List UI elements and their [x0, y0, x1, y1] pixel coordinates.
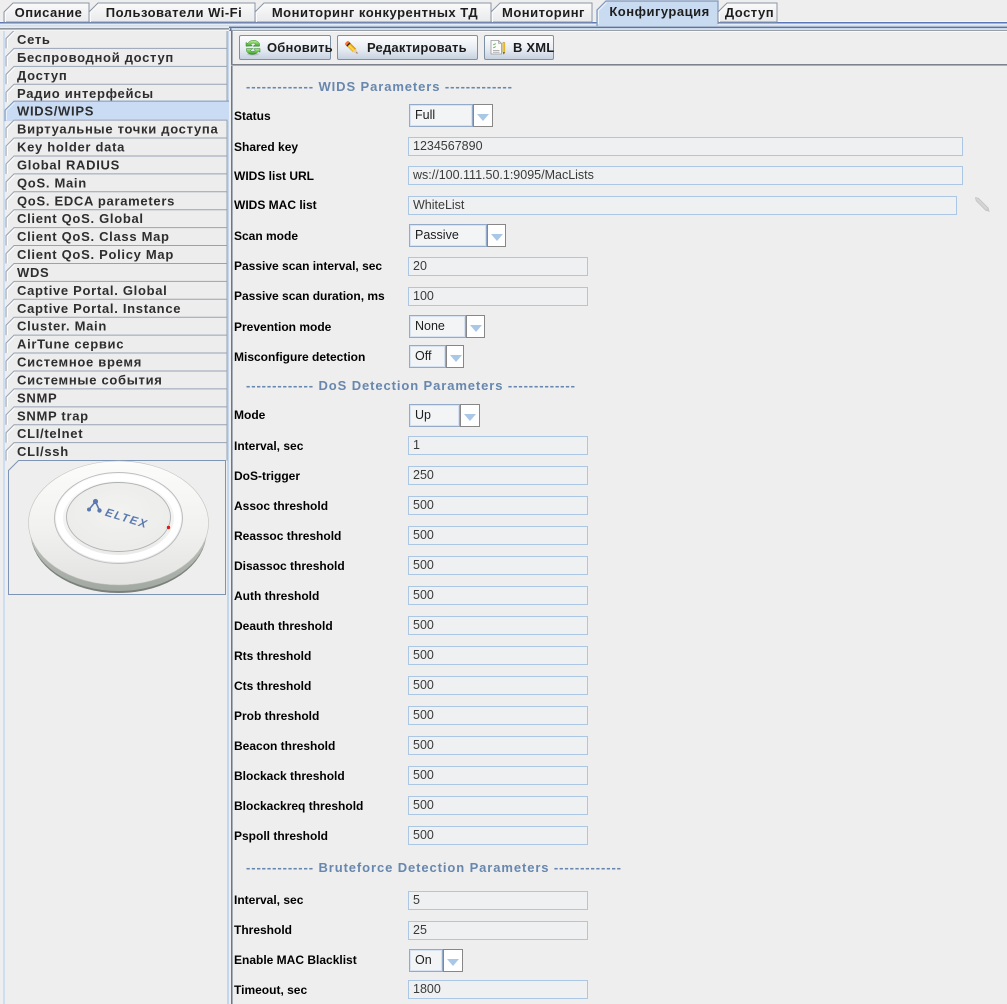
svg-text:SNMP trap: SNMP trap	[17, 408, 89, 423]
svg-text:Системное время: Системное время	[17, 355, 142, 370]
svg-text:Global RADIUS: Global RADIUS	[17, 157, 120, 172]
svg-text:QoS. Main: QoS. Main	[17, 175, 87, 190]
svg-text:Мониторинг конкурентных ТД: Мониторинг конкурентных ТД	[272, 5, 479, 20]
svg-text:Виртуальные точки доступа: Виртуальные точки доступа	[17, 122, 218, 137]
svg-text:Client QoS. Global: Client QoS. Global	[17, 211, 144, 226]
svg-text:Captive Portal. Global: Captive Portal. Global	[17, 283, 168, 298]
svg-text:Мониторинг: Мониторинг	[502, 5, 585, 20]
svg-text:Captive Portal. Instance: Captive Portal. Instance	[17, 301, 181, 316]
svg-text:CLI/ssh: CLI/ssh	[17, 444, 69, 459]
svg-text:AirTune сервис: AirTune сервис	[17, 337, 124, 352]
svg-text:Client QoS. Policy Map: Client QoS. Policy Map	[17, 247, 174, 262]
svg-text:WDS: WDS	[17, 265, 49, 280]
svg-text:WIDS/WIPS: WIDS/WIPS	[17, 104, 94, 119]
svg-text:Беспроводной доступ: Беспроводной доступ	[17, 50, 174, 65]
svg-text:QoS. EDCA parameters: QoS. EDCA parameters	[17, 193, 175, 208]
svg-text:Key holder data: Key holder data	[17, 140, 125, 155]
svg-text:Client QoS. Class Map: Client QoS. Class Map	[17, 229, 170, 244]
svg-text:Радио интерфейсы: Радио интерфейсы	[17, 86, 154, 101]
svg-text:Доступ: Доступ	[17, 68, 67, 83]
svg-text:Сеть: Сеть	[17, 32, 51, 47]
svg-text:Пользователи Wi-Fi: Пользователи Wi-Fi	[106, 5, 242, 20]
svg-text:Доступ: Доступ	[725, 5, 774, 20]
svg-text:Cluster. Main: Cluster. Main	[17, 319, 107, 334]
svg-text:Конфигурация: Конфигурация	[609, 4, 709, 19]
svg-text:Описание: Описание	[15, 5, 83, 20]
svg-text:CLI/telnet: CLI/telnet	[17, 426, 83, 441]
svg-text:SNMP: SNMP	[17, 390, 57, 405]
svg-text:Системные события: Системные события	[17, 372, 163, 387]
